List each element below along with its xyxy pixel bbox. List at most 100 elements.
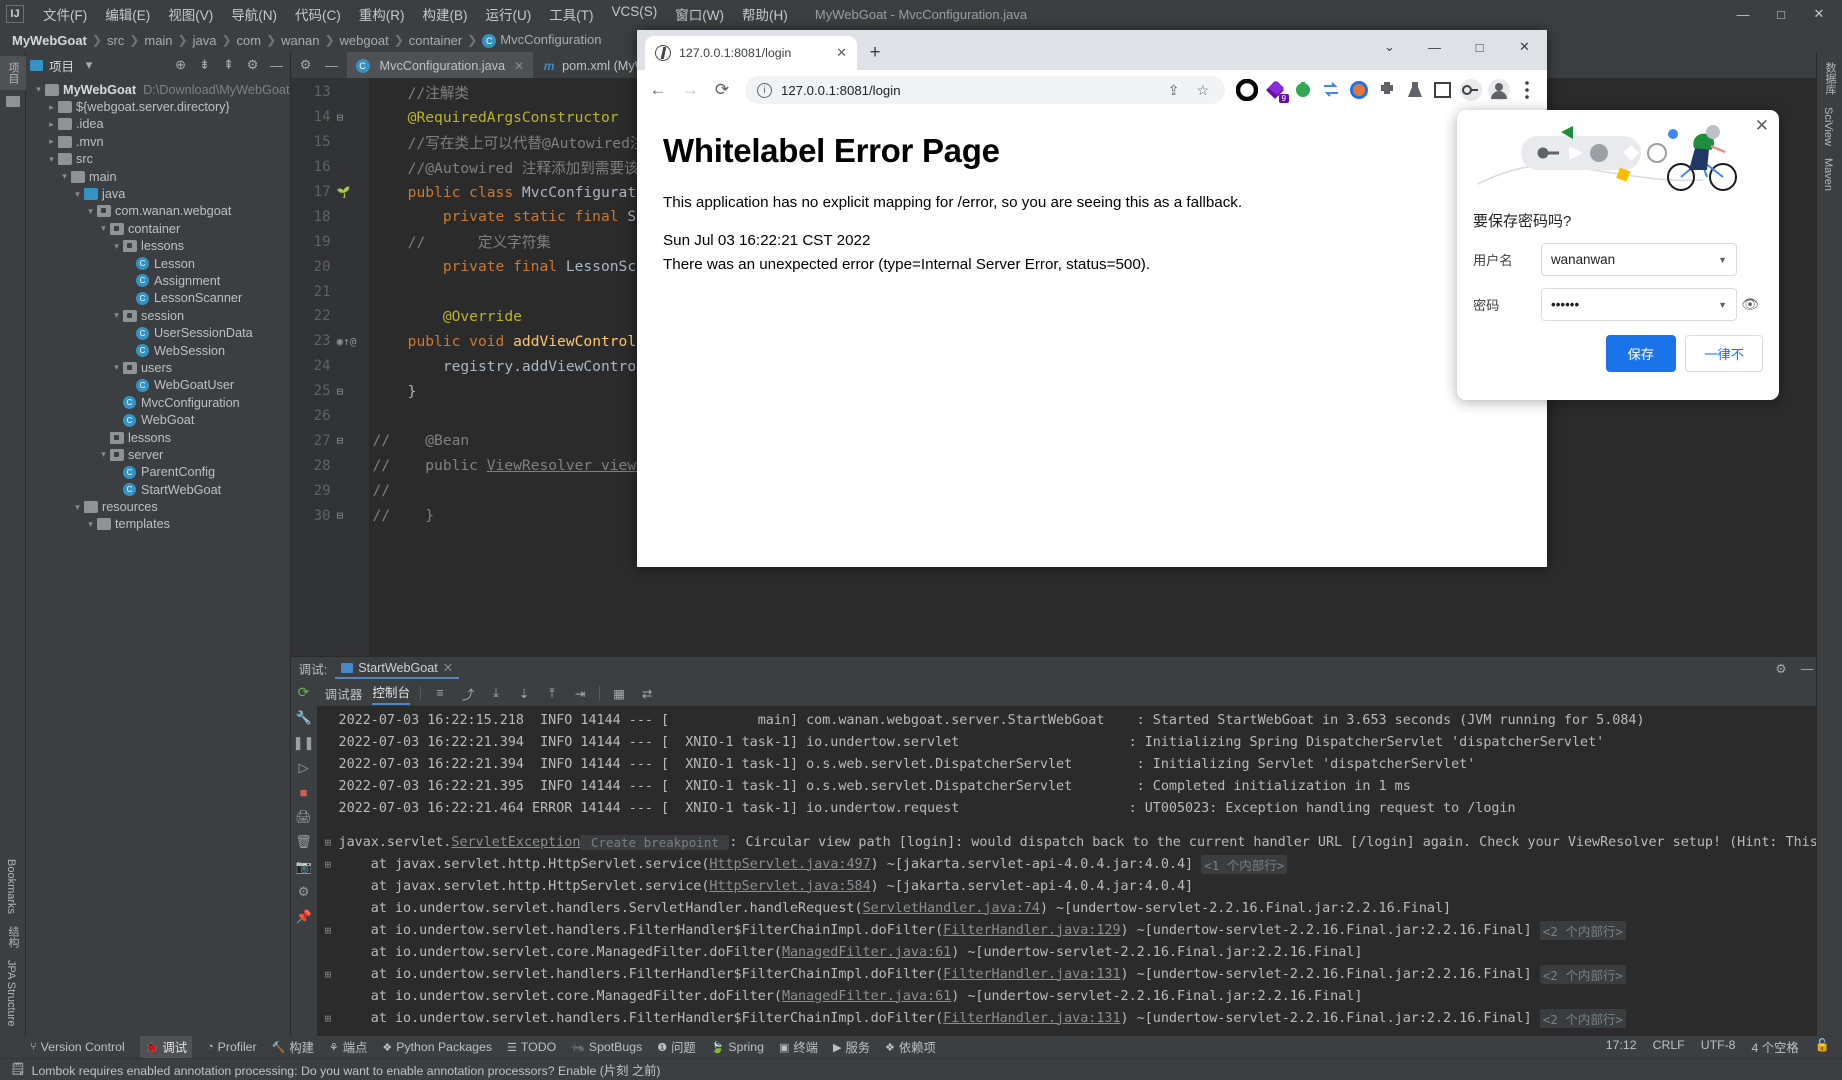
gutter-marker[interactable]: ⊟: [337, 385, 369, 398]
back-button[interactable]: ←: [643, 75, 673, 105]
username-field[interactable]: wananwan ▼: [1541, 243, 1737, 276]
browser-expand-button[interactable]: ⌄: [1367, 30, 1412, 64]
tree-node[interactable]: ▾ lessons: [26, 238, 290, 255]
lock-icon[interactable]: 🔓: [1815, 1038, 1830, 1056]
menu-item-0[interactable]: 文件(F): [34, 1, 96, 27]
tree-expand-icon[interactable]: ▸: [45, 119, 58, 130]
tree-node[interactable]: ▾ templates: [26, 516, 290, 533]
step-icon[interactable]: ▷: [299, 760, 309, 776]
password-key-icon[interactable]: [1460, 79, 1482, 101]
tool-window-structure[interactable]: 结构: [0, 920, 26, 954]
tree-expand-icon[interactable]: ▸: [45, 136, 58, 147]
tree-node[interactable]: ▾ server: [26, 446, 290, 463]
reveal-password-eye-icon[interactable]: 👁: [1737, 296, 1763, 313]
collapsed-frames-chip[interactable]: <2 个内部行>: [1539, 964, 1626, 984]
tree-expand-icon[interactable]: ▸: [45, 102, 58, 113]
puzzle-extensions-icon[interactable]: [1376, 79, 1398, 101]
breadcrumb-item-2[interactable]: main: [140, 33, 176, 48]
close-tab-icon[interactable]: ✕: [836, 45, 847, 61]
frame-source-link[interactable]: HttpServlet.java:497: [709, 857, 870, 872]
address-bar[interactable]: i 127.0.0.1:8081/login ⇪ ☆: [745, 76, 1225, 104]
create-breakpoint-chip[interactable]: Create breakpoint: [580, 834, 730, 850]
trace-icon[interactable]: ⇄: [638, 684, 656, 702]
tool-window-sciview[interactable]: SciView: [1817, 101, 1839, 152]
collapsed-frames-chip[interactable]: <1 个内部行>: [1201, 854, 1288, 874]
delete-icon[interactable]: 🗑: [295, 834, 312, 850]
project-settings-icon[interactable]: ⚙: [244, 56, 262, 74]
gutter-marker[interactable]: 🌱: [337, 186, 369, 199]
close-button[interactable]: ✕: [1800, 1, 1838, 27]
project-tree[interactable]: ▾ MyWebGoat D:\Download\MyWebGoat ▸ ${webgoa…: [26, 78, 290, 1036]
debug-hide-icon[interactable]: —: [1798, 660, 1816, 678]
console-output[interactable]: 2022-07-03 16:22:15.218 INFO 14144 --- […: [316, 706, 1816, 1036]
gutter-marker[interactable]: ⊟: [337, 509, 369, 522]
browser-close-button[interactable]: ✕: [1502, 30, 1547, 64]
collapsed-frames-chip[interactable]: <2 个内部行>: [1539, 1008, 1626, 1028]
editor-hide-icon[interactable]: —: [323, 56, 341, 74]
evaluate-icon[interactable]: ▦: [610, 684, 628, 702]
camera-icon[interactable]: 📷: [295, 859, 311, 875]
browser-maximize-button[interactable]: □: [1457, 30, 1502, 64]
close-tab-icon[interactable]: ✕: [514, 59, 524, 73]
tree-node[interactable]: C Lesson: [26, 255, 290, 272]
tree-node[interactable]: C ParentConfig: [26, 464, 290, 481]
indent-setting[interactable]: 4 个空格: [1752, 1038, 1799, 1056]
tree-expand-icon[interactable]: ▾: [32, 84, 45, 95]
username-dropdown-icon[interactable]: ▼: [1718, 255, 1727, 265]
gutter-marker[interactable]: ◉↑@: [337, 335, 369, 348]
breadcrumb-item-0[interactable]: MyWebGoat: [8, 33, 91, 48]
fold-marker[interactable]: ⊞: [325, 968, 339, 981]
pause-icon[interactable]: ❚❚: [293, 735, 315, 751]
status-bar-TODO[interactable]: ☰ TODO: [507, 1040, 556, 1054]
soft-wrap-icon[interactable]: ≡: [431, 684, 449, 702]
settings-wrench-icon[interactable]: 🔧: [295, 710, 311, 726]
editor-tab-0[interactable]: C MvcConfiguration.java ✕: [346, 52, 534, 78]
maximize-button[interactable]: □: [1762, 1, 1800, 27]
breadcrumb-item-3[interactable]: java: [189, 33, 221, 48]
tree-node[interactable]: C UserSessionData: [26, 324, 290, 341]
tab-console[interactable]: 控制台: [372, 682, 411, 705]
tree-node[interactable]: ▸ .idea: [26, 116, 290, 133]
tree-node[interactable]: ▾ container: [26, 220, 290, 237]
proxy-switchy-icon[interactable]: 9: [1264, 79, 1289, 103]
line-separator[interactable]: CRLF: [1653, 1038, 1685, 1056]
tree-node[interactable]: C Assignment: [26, 272, 290, 289]
status-bar-调试[interactable]: 🐞 调试: [139, 1036, 192, 1058]
forward-button[interactable]: →: [675, 75, 705, 105]
menu-item-6[interactable]: 构建(B): [414, 1, 477, 27]
notification-text[interactable]: Lombok requires enabled annotation proce…: [32, 1061, 661, 1079]
share-icon[interactable]: ⇪: [1164, 82, 1184, 99]
force-step-into-icon[interactable]: ⇣: [515, 684, 533, 702]
caret-position[interactable]: 17:12: [1606, 1038, 1637, 1056]
menu-item-9[interactable]: VCS(S): [603, 1, 667, 27]
menu-item-3[interactable]: 导航(N): [222, 1, 286, 27]
step-out-icon[interactable]: ⤒: [543, 684, 561, 702]
menu-item-8[interactable]: 工具(T): [540, 1, 602, 27]
rerun-icon[interactable]: ⟳: [298, 684, 310, 701]
print-icon[interactable]: 🖨: [295, 809, 312, 825]
breadcrumb-item-4[interactable]: com: [233, 33, 266, 48]
password-field[interactable]: •••••• ▼: [1541, 288, 1737, 321]
tool-window-bookmarks[interactable]: Bookmarks: [0, 853, 22, 920]
tree-node[interactable]: ▾ src: [26, 151, 290, 168]
tree-expand-icon[interactable]: ▾: [45, 154, 58, 165]
breadcrumb-item-7[interactable]: container: [405, 33, 466, 48]
tree-expand-icon[interactable]: ▾: [58, 171, 71, 182]
tree-expand-icon[interactable]: ▾: [110, 310, 123, 321]
frame-source-link[interactable]: FilterHandler.java:131: [943, 967, 1120, 982]
tree-node[interactable]: ▾ resources: [26, 498, 290, 515]
browser-tab[interactable]: 127.0.0.1:8081/login ✕: [645, 36, 857, 70]
tool-window-jpa-structure[interactable]: JPA Structure: [0, 954, 22, 1032]
frame-source-link[interactable]: ServletHandler.java:74: [863, 901, 1040, 916]
tree-node[interactable]: C WebSession: [26, 342, 290, 359]
tool-window-project[interactable]: 项目: [0, 56, 26, 90]
status-bar-终端[interactable]: ▣ 终端: [779, 1038, 818, 1056]
editor-settings-icon[interactable]: ⚙: [297, 56, 315, 74]
stop-icon[interactable]: ■: [300, 785, 308, 800]
hide-panel-icon[interactable]: —: [268, 56, 286, 74]
frame-source-link[interactable]: ManagedFilter.java:61: [782, 945, 951, 960]
fold-marker[interactable]: ⊞: [325, 924, 339, 937]
status-bar-Spring[interactable]: 🍃 Spring: [711, 1040, 764, 1054]
status-bar-依赖项[interactable]: ❖ 依赖项: [885, 1038, 936, 1056]
sync-extension-icon[interactable]: [1320, 79, 1342, 101]
